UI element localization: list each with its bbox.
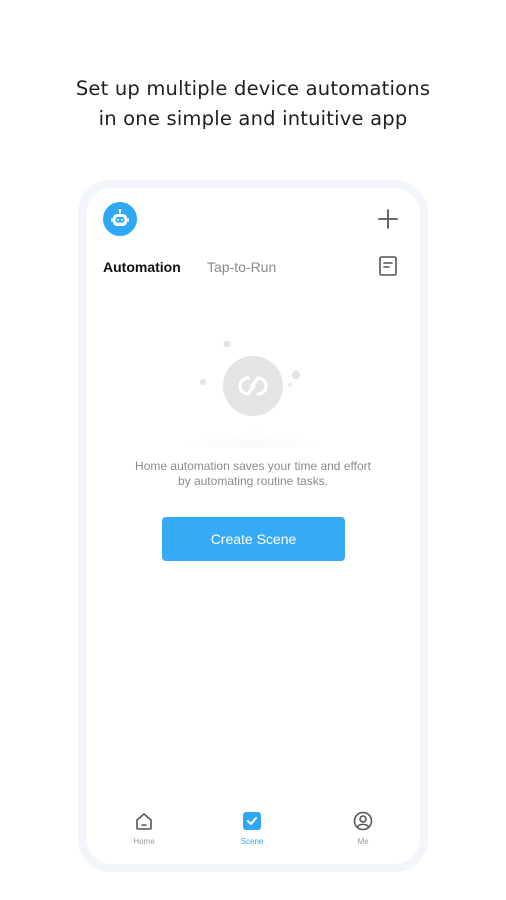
scene-check-icon xyxy=(241,810,263,832)
phone-frame: Automation Tap-to-Run Home automation sa… xyxy=(78,180,428,872)
tab-me-label: Me xyxy=(357,837,369,846)
document-icon[interactable] xyxy=(378,255,398,277)
create-scene-button[interactable]: Create Scene xyxy=(162,517,345,561)
tab-scene-label: Scene xyxy=(240,837,264,846)
plus-icon[interactable] xyxy=(376,207,400,231)
home-icon xyxy=(133,810,155,832)
empty-state-line-1: Home automation saves your time and effo… xyxy=(135,459,371,473)
promo-headline: Set up multiple device automations in on… xyxy=(0,74,506,134)
headline-line-2: in one simple and intuitive app xyxy=(98,107,408,130)
automation-cycle-icon xyxy=(178,338,328,494)
tab-scene[interactable]: Scene xyxy=(222,810,282,847)
tab-automation[interactable]: Automation xyxy=(103,258,181,276)
page: Set up multiple device automations in on… xyxy=(0,0,506,900)
tab-me[interactable]: Me xyxy=(333,810,393,847)
tab-tap-to-run[interactable]: Tap-to-Run xyxy=(207,258,276,276)
tab-home[interactable]: Home xyxy=(114,810,174,847)
app-screen: Automation Tap-to-Run Home automation sa… xyxy=(86,188,420,864)
profile-icon xyxy=(352,810,374,832)
empty-state-line-2: by automating routine tasks. xyxy=(177,474,329,488)
bottom-tab-bar: Home Scene Me xyxy=(86,810,420,860)
tab-home-label: Home xyxy=(133,837,155,846)
robot-icon[interactable] xyxy=(103,202,137,236)
empty-state-text: Home automation saves your time and effo… xyxy=(86,459,420,489)
headline-line-1: Set up multiple device automations xyxy=(75,77,431,100)
